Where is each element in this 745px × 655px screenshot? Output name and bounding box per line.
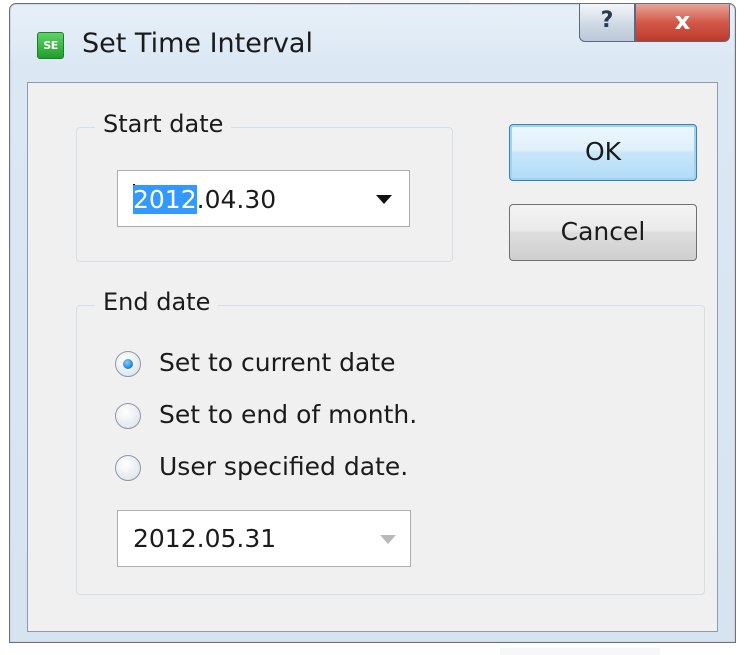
start-date-group-label: Start date [95, 110, 232, 138]
radio-button-checked[interactable] [115, 351, 141, 377]
dropdown-arrow-icon[interactable] [380, 535, 396, 544]
dialog-body: Start date 2012.04.30 OK Cancel End date… [27, 82, 718, 632]
start-date-value[interactable]: 2012.04.30 [133, 184, 276, 214]
title-bar[interactable]: SE Set Time Interval ? x [10, 4, 735, 82]
start-date-rest-text: .04.30 [196, 185, 277, 214]
background-hint [500, 648, 660, 655]
help-icon: ? [600, 8, 614, 33]
end-date-picker[interactable]: 2012.05.31 [117, 510, 411, 567]
radio-button[interactable] [115, 403, 141, 429]
start-date-picker[interactable]: 2012.04.30 [117, 170, 410, 227]
end-date-group: End date Set to current date Set to end … [76, 288, 705, 595]
radio-label-user-specified[interactable]: User specified date. [159, 452, 408, 481]
end-date-group-label: End date [95, 288, 219, 316]
close-icon: x [674, 7, 691, 35]
end-date-value: 2012.05.31 [133, 524, 277, 553]
radio-label-end-of-month[interactable]: Set to end of month. [159, 400, 417, 429]
app-icon: SE [37, 32, 64, 59]
dialog-title: Set Time Interval [82, 28, 313, 59]
radio-selected-dot [123, 359, 133, 369]
start-date-selected-text: 2012 [133, 185, 197, 214]
screen: SE Set Time Interval ? x Start date 2012… [0, 0, 745, 655]
help-button[interactable]: ? [579, 4, 635, 42]
dialog-window: SE Set Time Interval ? x Start date 2012… [9, 3, 736, 643]
dropdown-arrow-icon[interactable] [376, 195, 392, 204]
radio-button[interactable] [115, 455, 141, 481]
cancel-button[interactable]: Cancel [509, 204, 697, 261]
close-button[interactable]: x [635, 4, 730, 42]
radio-label-current-date[interactable]: Set to current date [159, 348, 396, 377]
ok-button[interactable]: OK [509, 124, 697, 181]
start-date-group: Start date 2012.04.30 [76, 110, 453, 262]
